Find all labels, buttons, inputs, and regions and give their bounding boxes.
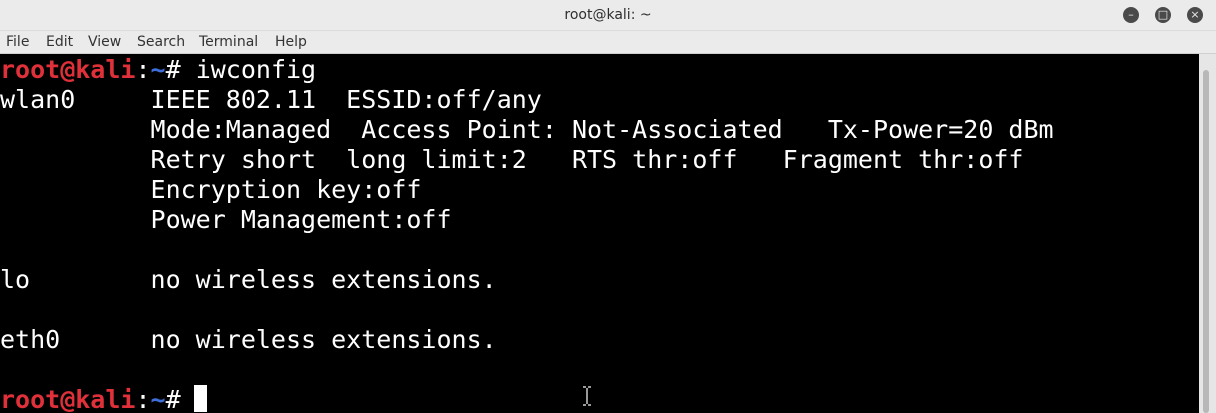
- prompt-path: ~: [150, 55, 166, 84]
- prompt-user: root@kali: [0, 385, 136, 413]
- output-line: eth0 no wireless extensions.: [0, 325, 497, 354]
- menu-help[interactable]: Help: [275, 31, 307, 53]
- output-line: Retry short long limit:2 RTS thr:off Fra…: [0, 145, 1024, 174]
- output-line: Power Management:off: [0, 205, 452, 234]
- prompt-path: ~: [150, 385, 166, 413]
- minimize-icon[interactable]: –: [1123, 7, 1139, 23]
- prompt-separator: :: [135, 385, 151, 413]
- scrollbar-thumb[interactable]: [1203, 70, 1209, 413]
- menu-bar: File Edit View Search Terminal Help: [0, 31, 1216, 54]
- text-cursor: [194, 385, 207, 412]
- menu-terminal[interactable]: Terminal: [199, 31, 258, 53]
- prompt-symbol: #: [165, 385, 196, 413]
- menu-edit[interactable]: Edit: [46, 31, 73, 53]
- prompt-user: root@kali: [0, 55, 136, 84]
- output-line: wlan0 IEEE 802.11 ESSID:off/any: [0, 85, 542, 114]
- menu-view[interactable]: View: [88, 31, 121, 53]
- prompt-line: root@kali:~# iwconfig: [0, 55, 316, 85]
- command-text: iwconfig: [195, 55, 317, 84]
- prompt-separator: :: [135, 55, 151, 84]
- prompt-line: root@kali:~#: [0, 385, 196, 413]
- prompt-symbol: #: [165, 55, 196, 84]
- output-line: lo no wireless extensions.: [0, 265, 497, 294]
- maximize-icon[interactable]: □: [1155, 7, 1171, 23]
- close-icon[interactable]: ×: [1187, 7, 1203, 23]
- terminal-area[interactable]: root@kali:~# iwconfig wlan0 IEEE 802.11 …: [0, 54, 1199, 413]
- menu-file[interactable]: File: [6, 31, 29, 53]
- window-title: root@kali: ~: [564, 7, 652, 23]
- ibeam-cursor-icon: [583, 386, 591, 406]
- title-bar: root@kali: ~ – □ ×: [0, 0, 1216, 31]
- menu-search[interactable]: Search: [137, 31, 185, 53]
- output-line: Mode:Managed Access Point: Not-Associate…: [0, 115, 1054, 144]
- output-line: Encryption key:off: [0, 175, 422, 204]
